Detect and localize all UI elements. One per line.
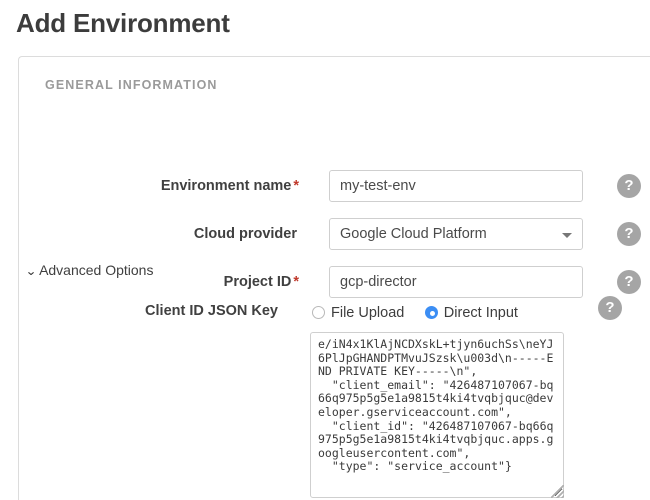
textarea-client-id-json-key[interactable]: e/iN4x1KlAjNCDXskL+tjyn6uchSs\neYJ6PlJpG… [310, 332, 564, 498]
input-environment-name[interactable]: my-test-env [329, 170, 583, 202]
label-project-id-text: Project ID [223, 274, 292, 290]
select-cloud-provider[interactable]: Google Cloud Platform [329, 218, 583, 250]
required-marker-environment-name: * [293, 178, 299, 194]
label-environment-name: Environment name * [0, 170, 299, 202]
label-cloud-provider: Cloud provider [0, 218, 299, 250]
section-title-general-information: GENERAL INFORMATION [45, 78, 218, 92]
radio-label-direct-input: Direct Input [443, 305, 518, 321]
advanced-options-toggle[interactable]: ⌄ Advanced Options [25, 262, 154, 278]
select-cloud-provider-value: Google Cloud Platform [340, 226, 487, 242]
advanced-options-label: Advanced Options [39, 262, 154, 278]
help-icon-cloud-provider[interactable]: ? [617, 222, 641, 246]
help-icon-environment-name[interactable]: ? [617, 174, 641, 198]
radio-dot-file-upload [312, 306, 325, 319]
row-cloud-provider: Cloud provider Google Cloud Platform ? [19, 218, 650, 250]
help-icon-project-id[interactable]: ? [617, 270, 641, 294]
label-environment-name-text: Environment name [160, 178, 292, 194]
radio-label-file-upload: File Upload [331, 305, 405, 321]
radio-dot-direct-input [424, 306, 438, 319]
help-icon-client-id-json-key[interactable]: ? [598, 296, 622, 320]
add-environment-page: Add Environment GENERAL INFORMATION Envi… [0, 0, 650, 500]
page-title: Add Environment [16, 8, 230, 38]
radio-group-client-id-json-key: File Upload Direct Input [312, 303, 534, 323]
radio-direct-input[interactable]: Direct Input [424, 303, 518, 323]
chevron-down-icon-advanced: ⌄ [25, 264, 37, 278]
label-cloud-provider-text: Cloud provider [193, 226, 297, 242]
label-client-id-json-key-text: Client ID JSON Key [145, 303, 278, 319]
chevron-down-icon [562, 233, 572, 238]
row-environment-name: Environment name * my-test-env ? [19, 170, 650, 202]
radio-file-upload[interactable]: File Upload [312, 303, 404, 323]
input-project-id[interactable]: gcp-director [329, 266, 583, 298]
required-marker-project-id: * [293, 274, 299, 290]
label-client-id-json-key: Client ID JSON Key [0, 295, 280, 327]
